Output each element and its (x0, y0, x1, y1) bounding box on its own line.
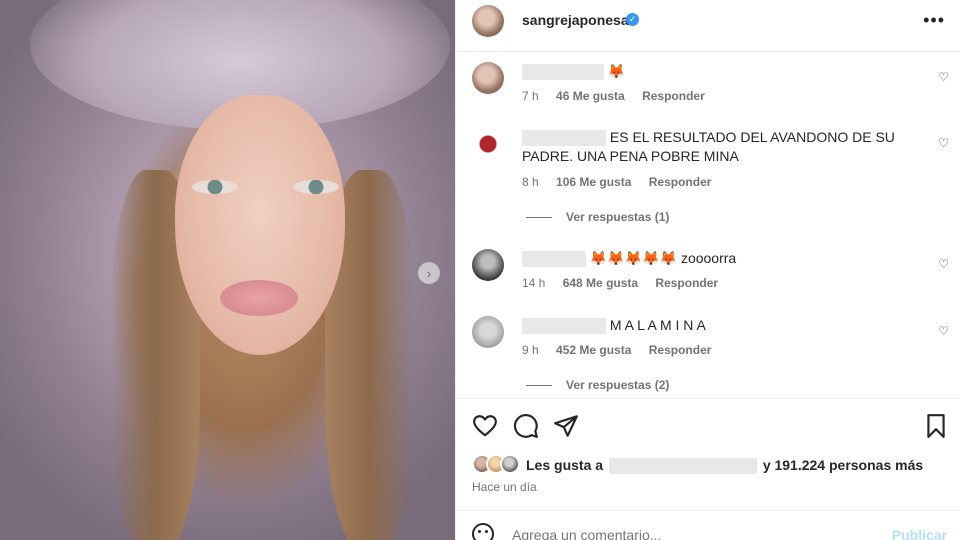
carousel-next-icon[interactable]: › (418, 262, 440, 284)
comment-input[interactable] (512, 527, 852, 540)
commenter-avatar[interactable] (472, 316, 504, 348)
reply-button[interactable]: Responder (655, 276, 718, 290)
comment-time: 14 h (522, 276, 546, 290)
publish-button[interactable]: Publicar (892, 527, 947, 540)
comment-bubble-icon[interactable] (513, 413, 539, 439)
comment-body: M A L A M I N A (609, 317, 706, 333)
comment-text: ES EL RESULTADO DEL AVANDONO DE SU PADRE… (522, 128, 902, 166)
replies-dash (526, 217, 552, 219)
redacted-username (522, 318, 606, 335)
commenter-avatar[interactable] (472, 62, 504, 94)
comment-time: 7 h (522, 89, 539, 103)
post-actions (456, 398, 960, 454)
liker-avatar[interactable] (500, 454, 520, 474)
author-avatar[interactable] (472, 5, 504, 37)
comment-like-heart-icon[interactable]: ♡ (938, 257, 949, 271)
comment-emoji: 🦊 (607, 63, 626, 79)
post-time-ago[interactable]: Hace un día (472, 480, 537, 494)
comment-meta: 7 h 46 Me gusta Responder (522, 89, 719, 103)
reply-button[interactable]: Responder (642, 89, 705, 103)
reply-button[interactable]: Responder (649, 343, 712, 357)
comment-text: 🦊🦊🦊🦊🦊 zoooorra (522, 249, 736, 268)
post-photo[interactable]: › (0, 0, 455, 540)
author-username[interactable]: sangrejaponesa (522, 12, 629, 28)
photo-eye-right (293, 180, 339, 194)
reply-button[interactable]: Responder (649, 175, 712, 189)
redacted-username (522, 64, 604, 81)
comment-body: 🦊🦊🦊🦊🦊 zoooorra (589, 250, 737, 266)
comment-like-heart-icon[interactable]: ♡ (938, 136, 949, 150)
commenter-avatar[interactable] (472, 128, 504, 160)
photo-eye-left (192, 180, 238, 194)
replies-dash (526, 385, 552, 387)
comment-text: M A L A M I N A (522, 316, 706, 335)
like-heart-icon[interactable] (472, 413, 498, 439)
likes-count[interactable]: y 191.224 personas más (763, 457, 923, 473)
comment-time: 8 h (522, 175, 539, 189)
redacted-username (522, 130, 606, 147)
comment-meta: 14 h 648 Me gusta Responder (522, 276, 732, 290)
save-bookmark-icon[interactable] (923, 413, 949, 439)
likes-prefix: Les gusta a (526, 457, 604, 473)
comment-text: 🦊 (522, 62, 625, 81)
view-replies-button[interactable]: Ver respuestas (1) (526, 210, 669, 224)
post-header: sangrejaponesa ✓ ••• (456, 0, 960, 52)
comment-likes[interactable]: 46 Me gusta (556, 89, 625, 103)
comment-like-heart-icon[interactable]: ♡ (938, 70, 949, 84)
comment-likes[interactable]: 106 Me gusta (556, 175, 631, 189)
share-send-icon[interactable] (553, 413, 579, 439)
comment-meta: 9 h 452 Me gusta Responder (522, 343, 725, 357)
redacted-liker-name (608, 458, 757, 475)
emoji-smile-icon[interactable] (472, 523, 494, 540)
comment-likes[interactable]: 648 Me gusta (563, 276, 638, 290)
comment-likes[interactable]: 452 Me gusta (556, 343, 631, 357)
add-comment-bar: Publicar (456, 510, 960, 540)
comment-meta: 8 h 106 Me gusta Responder (522, 175, 725, 189)
view-replies-button[interactable]: Ver respuestas (2) (526, 378, 669, 392)
comment-time: 9 h (522, 343, 539, 357)
commenter-avatar[interactable] (472, 249, 504, 281)
verified-badge-icon: ✓ (626, 13, 639, 26)
photo-face (175, 95, 345, 355)
redacted-username (522, 251, 586, 268)
post-side-panel: sangrejaponesa ✓ ••• 🦊 7 h 46 Me gusta R… (455, 0, 960, 540)
photo-lips (220, 280, 298, 316)
comment-like-heart-icon[interactable]: ♡ (938, 324, 949, 338)
more-horizontal-icon[interactable]: ••• (923, 10, 945, 31)
likes-text: Les gusta a y 191.224 personas más (526, 457, 923, 475)
